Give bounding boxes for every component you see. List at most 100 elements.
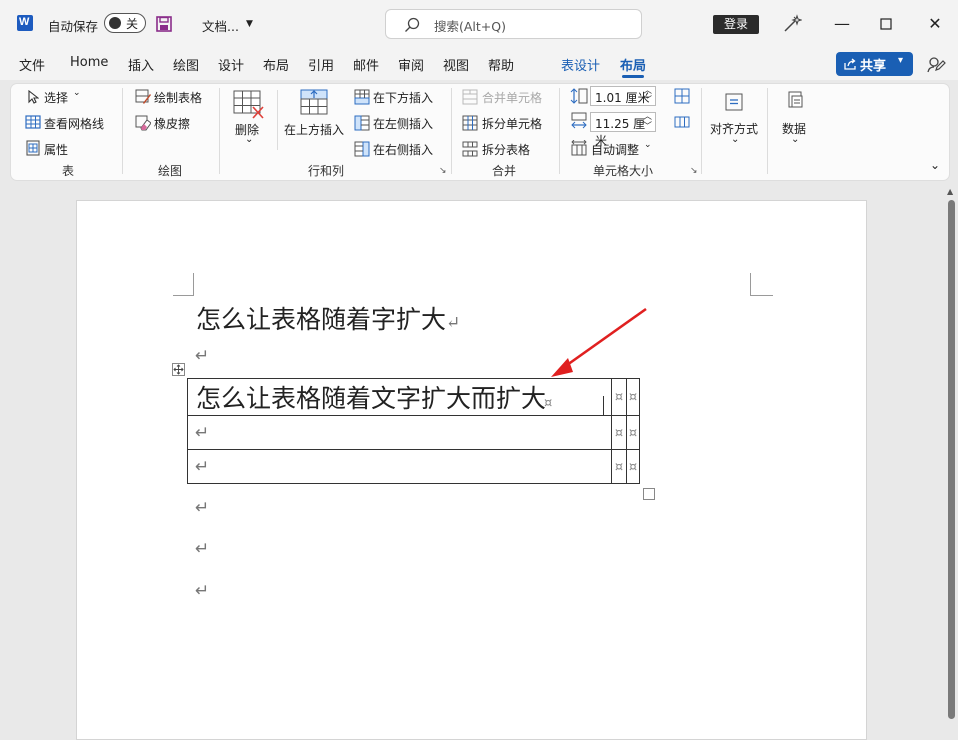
group-label-draw: 绘图 [158,164,183,178]
table-row: ↵ ¤ ¤ [187,449,640,484]
menu-file[interactable]: 文件 [19,55,45,74]
menu-home[interactable]: Home [70,55,108,70]
share-chevron-icon[interactable]: ▾ [898,55,903,66]
insert-below-button[interactable]: 在下方插入 [373,89,433,106]
toggle-knob [109,17,121,29]
row-height-value: 1.01 厘米 [595,91,650,105]
table-row: ↵ ¤ ¤ [187,415,640,450]
ribbon-collapse-chevron-icon[interactable]: ⌄ [930,158,940,172]
close-icon[interactable]: ✕ [923,12,947,36]
table-move-handle-icon[interactable] [172,363,185,376]
table-cell[interactable]: ¤ [626,415,640,450]
paragraph-mark: ↵ [446,313,461,333]
heading-text: 怎么让表格随着字扩大 [196,305,447,334]
text-cursor-icon [603,396,606,416]
distribute-columns-icon[interactable] [674,114,690,130]
column-width-spinner-icon[interactable]: ︿ ﹀ [643,112,652,132]
document-name[interactable]: 文档... [202,16,239,35]
group-separator [559,88,560,174]
delete-chevron-icon[interactable]: ⌄ [245,134,253,145]
data-chevron-icon[interactable]: ⌄ [791,134,799,145]
table-cell[interactable]: ¤ [626,449,640,484]
share-button[interactable]: 共享 ▾ [836,52,913,76]
select-button[interactable]: 选择 [44,89,68,106]
row-height-spinner-icon[interactable]: ︿ ﹀ [643,86,652,106]
split-cells-button[interactable]: 拆分单元格 [482,115,542,132]
crop-mark-top-right [750,273,773,296]
column-width-input[interactable]: 11.25 厘米 ︿ ﹀ [590,112,656,148]
properties-button[interactable]: 属性 [44,141,68,158]
menu-design[interactable]: 设计 [218,55,244,74]
menu-mailings[interactable]: 邮件 [353,55,379,74]
save-icon[interactable] [156,16,172,35]
draw-table-icon [135,89,151,104]
minimize-icon[interactable]: — [830,12,854,36]
group-separator [122,88,123,174]
vertical-scrollbar[interactable]: ▲ [945,187,958,719]
menu-draw[interactable]: 绘图 [173,55,199,74]
comments-icon[interactable] [926,55,946,78]
distribute-rows-icon[interactable] [674,88,690,104]
select-cursor-icon [28,90,39,104]
cell-end-mark: ¤ [628,459,638,475]
menu-references[interactable]: 引用 [308,55,334,74]
scrollbar-thumb[interactable] [948,200,955,719]
tab-table-layout[interactable]: 布局 [620,55,646,78]
autofit-chevron-icon[interactable]: ⌄ [644,140,652,150]
view-gridlines-button[interactable]: 查看网格线 [44,115,104,132]
scroll-up-icon[interactable]: ▲ [947,187,953,196]
insert-above-icon [300,89,328,115]
menu-layout[interactable]: 布局 [263,55,289,74]
autosave-toggle[interactable]: 关 [104,13,146,33]
title-bar: W 自动保存 关 文档... ▼ 搜索(Alt+Q) 登录 — ✕ [0,0,958,50]
menu-insert[interactable]: 插入 [128,55,154,74]
menu-view[interactable]: 视图 [443,55,469,74]
rows-columns-launcher-icon[interactable]: ↘ [439,166,447,176]
designer-wand-icon[interactable] [782,14,803,37]
crop-mark-top-left [173,273,194,296]
menu-help[interactable]: 帮助 [488,55,514,74]
menu-bar: 文件 Home 插入 绘图 设计 布局 引用 邮件 审阅 视图 帮助 表设计 布… [0,50,958,80]
menu-review[interactable]: 审阅 [398,55,424,74]
word-logo-icon: W [17,15,33,31]
cell-end-mark: ¤ [614,425,624,441]
table-cell[interactable]: ↵ [187,415,612,450]
table-cell[interactable]: ¤ [611,415,627,450]
cell-end-mark: ¤ [544,396,553,411]
gridlines-icon [25,115,41,129]
autofit-icon [571,140,587,156]
eraser-button[interactable]: 橡皮擦 [154,115,190,132]
table-resize-handle-icon[interactable] [643,488,655,500]
insert-right-button[interactable]: 在右侧插入 [373,141,433,158]
tab-table-design[interactable]: 表设计 [561,55,600,74]
group-separator [451,88,452,174]
cell-end-mark: ¤ [614,390,624,405]
search-box[interactable]: 搜索(Alt+Q) [385,9,642,39]
document-heading[interactable]: 怎么让表格随着字扩大↵ [196,300,460,336]
insert-left-button[interactable]: 在左侧插入 [373,115,433,132]
cell-size-launcher-icon[interactable]: ↘ [690,166,698,176]
eraser-icon [135,115,151,131]
split-table-button[interactable]: 拆分表格 [482,141,530,158]
paragraph-mark[interactable]: ↵ [195,346,209,366]
insert-above-button[interactable]: 在上方插入 [284,121,344,138]
alignment-chevron-icon[interactable]: ⌄ [731,134,739,145]
doc-name-chevron-icon[interactable]: ▼ [246,19,253,29]
cell-text: 怎么让表格随着文字扩大而扩大 [196,384,547,413]
paragraph-mark[interactable]: ↵ [195,539,209,559]
annotation-arrow [551,307,647,377]
group-label-rows-columns: 行和列 [308,164,345,178]
row-height-input[interactable]: 1.01 厘米 ︿ ﹀ [590,86,656,106]
paragraph-mark[interactable]: ↵ [195,581,209,601]
maximize-icon[interactable] [874,12,898,36]
table-cell[interactable]: ¤ [611,449,627,484]
autofit-button[interactable]: 自动调整 [591,141,639,158]
table-cell[interactable]: ↵ [187,449,612,484]
draw-table-button[interactable]: 绘制表格 [154,89,202,106]
paragraph-mark[interactable]: ↵ [195,498,209,518]
select-chevron-icon[interactable]: ⌄ [73,88,81,98]
login-button[interactable]: 登录 [713,15,759,34]
merge-cells-button[interactable]: 合并单元格 [482,89,542,106]
merge-cells-icon [462,89,478,105]
document-table[interactable]: 怎么让表格随着文字扩大而扩大¤ ¤ ¤ ↵ ¤ ¤ ↵ ¤ ¤ [187,378,640,484]
